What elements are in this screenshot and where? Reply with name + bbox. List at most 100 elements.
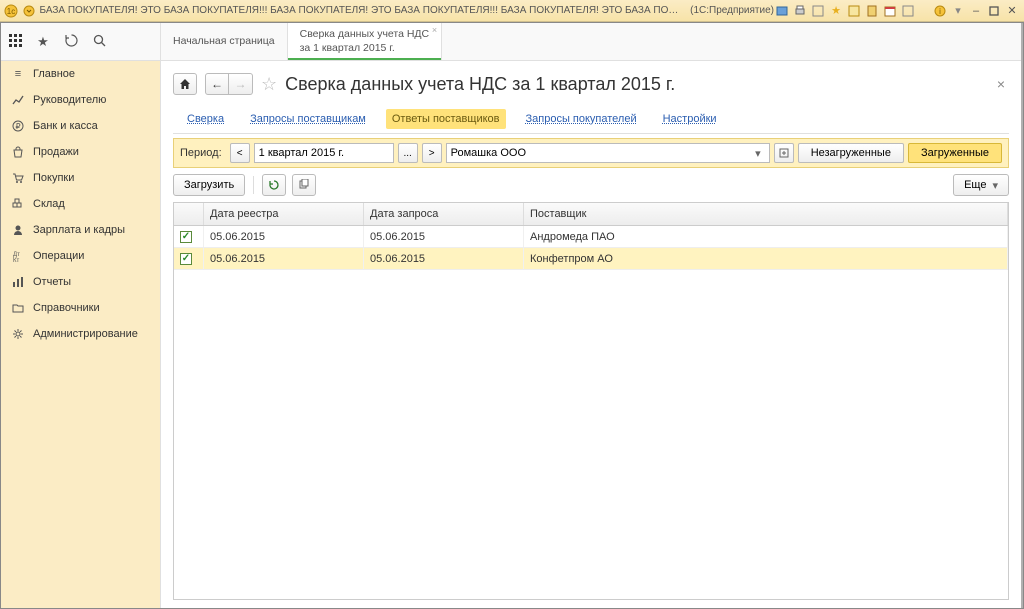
- favorites-icon[interactable]: ★: [828, 3, 844, 19]
- sidebar-item-admin[interactable]: Администрирование: [1, 321, 160, 347]
- sidebar-item-label: Руководителю: [33, 94, 106, 106]
- table-row[interactable]: 05.06.2015 05.06.2015 Конфетпром АО: [174, 248, 1008, 270]
- back-button[interactable]: ←: [205, 73, 229, 95]
- window-title: БАЗА ПОКУПАТЕЛЯ! ЭТО БАЗА ПОКУПАТЕЛЯ!!! …: [39, 5, 682, 16]
- home-button[interactable]: [173, 73, 197, 95]
- page-title: Сверка данных учета НДС за 1 квартал 201…: [285, 74, 675, 95]
- checkbox-icon[interactable]: [180, 253, 192, 265]
- search-icon[interactable]: [85, 34, 113, 50]
- tab-close-icon[interactable]: ×: [432, 25, 437, 37]
- subtabs: Сверка Запросы поставщикам Ответы постав…: [173, 105, 1009, 134]
- tab-home[interactable]: Начальная страница: [161, 23, 288, 60]
- period-picker-button[interactable]: ...: [398, 143, 418, 163]
- svg-text:i: i: [939, 7, 941, 16]
- tab-sverka[interactable]: Сверка данных учета НДС за 1 квартал 201…: [288, 23, 443, 60]
- org-dropdown-icon[interactable]: ▾: [751, 147, 765, 160]
- more-button[interactable]: Еще ▾: [953, 174, 1009, 196]
- dropdown-icon[interactable]: [22, 4, 35, 18]
- period-input[interactable]: 1 квартал 2015 г.: [254, 143, 394, 163]
- period-prev-button[interactable]: <: [230, 143, 250, 163]
- ruble-icon: ₽: [11, 119, 25, 133]
- folder-icon: [11, 301, 25, 315]
- load-button[interactable]: Загрузить: [173, 174, 245, 196]
- toolbar-icon-3[interactable]: [810, 3, 826, 19]
- person-icon: [11, 223, 25, 237]
- period-next-button[interactable]: >: [422, 143, 442, 163]
- sidebar-item-main[interactable]: ≡Главное: [1, 61, 160, 87]
- subtab-sverka[interactable]: Сверка: [181, 109, 230, 129]
- maximize-button[interactable]: [986, 3, 1002, 19]
- filter-unloaded[interactable]: Незагруженные: [798, 143, 904, 163]
- copy-button[interactable]: [292, 174, 316, 196]
- sidebar-item-manager[interactable]: Руководителю: [1, 87, 160, 113]
- sidebar-item-purchases[interactable]: Покупки: [1, 165, 160, 191]
- star-icon[interactable]: ★: [29, 34, 57, 50]
- checkbox-icon[interactable]: [180, 231, 192, 243]
- info-icon[interactable]: i: [932, 3, 948, 19]
- subtab-otvety-post[interactable]: Ответы поставщиков: [386, 109, 506, 129]
- panel-close-icon[interactable]: ×: [993, 76, 1009, 92]
- left-top-icons: ★: [1, 23, 160, 61]
- svg-text:Кт: Кт: [13, 258, 19, 262]
- titlebar-left: 1c БАЗА ПОКУПАТЕЛЯ! ЭТО БАЗА ПОКУПАТЕЛЯ!…: [4, 4, 774, 18]
- column-checkbox[interactable]: [174, 203, 204, 225]
- grid-header: Дата реестра Дата запроса Поставщик: [174, 203, 1008, 226]
- sidebar-item-directories[interactable]: Справочники: [1, 295, 160, 321]
- column-registry-date[interactable]: Дата реестра: [204, 203, 364, 225]
- column-supplier[interactable]: Поставщик: [524, 203, 1008, 225]
- minimize-button[interactable]: –: [968, 3, 984, 19]
- sidebar-item-label: Склад: [33, 198, 65, 210]
- toolbar-icon-5[interactable]: [846, 3, 862, 19]
- sidebar-item-operations[interactable]: ДтКт Операции: [1, 243, 160, 269]
- sidebar-item-label: Покупки: [33, 172, 74, 184]
- favorite-star-icon[interactable]: ☆: [261, 74, 277, 95]
- bars-icon: [11, 275, 25, 289]
- sidebar-item-sales[interactable]: Продажи: [1, 139, 160, 165]
- toolbar-icon-8[interactable]: [900, 3, 916, 19]
- sidebar-item-reports[interactable]: Отчеты: [1, 269, 160, 295]
- column-request-date[interactable]: Дата запроса: [364, 203, 524, 225]
- divider: [253, 176, 254, 194]
- grid-body[interactable]: 05.06.2015 05.06.2015 Андромеда ПАО 05.0…: [174, 226, 1008, 599]
- left-pane: ★ ≡Главное Руководителю ₽Банк и касса Пр…: [1, 23, 161, 608]
- sidebar-item-bank[interactable]: ₽Банк и касса: [1, 113, 160, 139]
- table-row[interactable]: 05.06.2015 05.06.2015 Андромеда ПАО: [174, 226, 1008, 248]
- org-open-button[interactable]: [774, 143, 794, 163]
- forward-button[interactable]: →: [229, 73, 253, 95]
- calculator-icon[interactable]: [864, 3, 880, 19]
- subtab-zaprosy-post[interactable]: Запросы поставщикам: [244, 109, 372, 129]
- calendar-icon[interactable]: [882, 3, 898, 19]
- tab-label-line1: Сверка данных учета НДС: [300, 28, 430, 42]
- subtab-nastroiki[interactable]: Настройки: [657, 109, 723, 129]
- operations-icon: ДтКт: [11, 249, 25, 263]
- chevron-down-icon[interactable]: ▾: [950, 3, 966, 19]
- sidebar-item-label: Отчеты: [33, 276, 71, 288]
- data-grid: Дата реестра Дата запроса Поставщик 05.0…: [173, 202, 1009, 600]
- apps-icon[interactable]: [1, 34, 29, 50]
- sidebar-item-payroll[interactable]: Зарплата и кадры: [1, 217, 160, 243]
- content-topbar: ← → ☆ Сверка данных учета НДС за 1 кварт…: [173, 73, 1009, 95]
- more-label: Еще: [964, 179, 986, 191]
- toolbar-icon-1[interactable]: [774, 3, 790, 19]
- subtab-zaprosy-pokup[interactable]: Запросы покупателей: [520, 109, 643, 129]
- print-icon[interactable]: [792, 3, 808, 19]
- window-titlebar: 1c БАЗА ПОКУПАТЕЛЯ! ЭТО БАЗА ПОКУПАТЕЛЯ!…: [0, 0, 1024, 22]
- cell-registry-date: 05.06.2015: [204, 226, 364, 247]
- sidebar-item-label: Справочники: [33, 302, 100, 314]
- filter-loaded[interactable]: Загруженные: [908, 143, 1002, 163]
- row-checkbox-cell[interactable]: [174, 248, 204, 269]
- chart-icon: [11, 93, 25, 107]
- sidebar-item-label: Операции: [33, 250, 84, 262]
- history-icon[interactable]: [57, 34, 85, 50]
- cart-icon: [11, 171, 25, 185]
- cell-supplier: Конфетпром АО: [524, 248, 1008, 269]
- refresh-button[interactable]: [262, 174, 286, 196]
- organization-input[interactable]: Ромашка ООО ▾: [446, 143, 770, 163]
- bag-icon: [11, 145, 25, 159]
- svg-text:₽: ₽: [15, 122, 20, 131]
- app-icon: 1c: [4, 4, 18, 18]
- row-checkbox-cell[interactable]: [174, 226, 204, 247]
- close-button[interactable]: ✕: [1004, 3, 1020, 19]
- action-bar: Загрузить Еще ▾: [173, 168, 1009, 202]
- sidebar-item-warehouse[interactable]: Склад: [1, 191, 160, 217]
